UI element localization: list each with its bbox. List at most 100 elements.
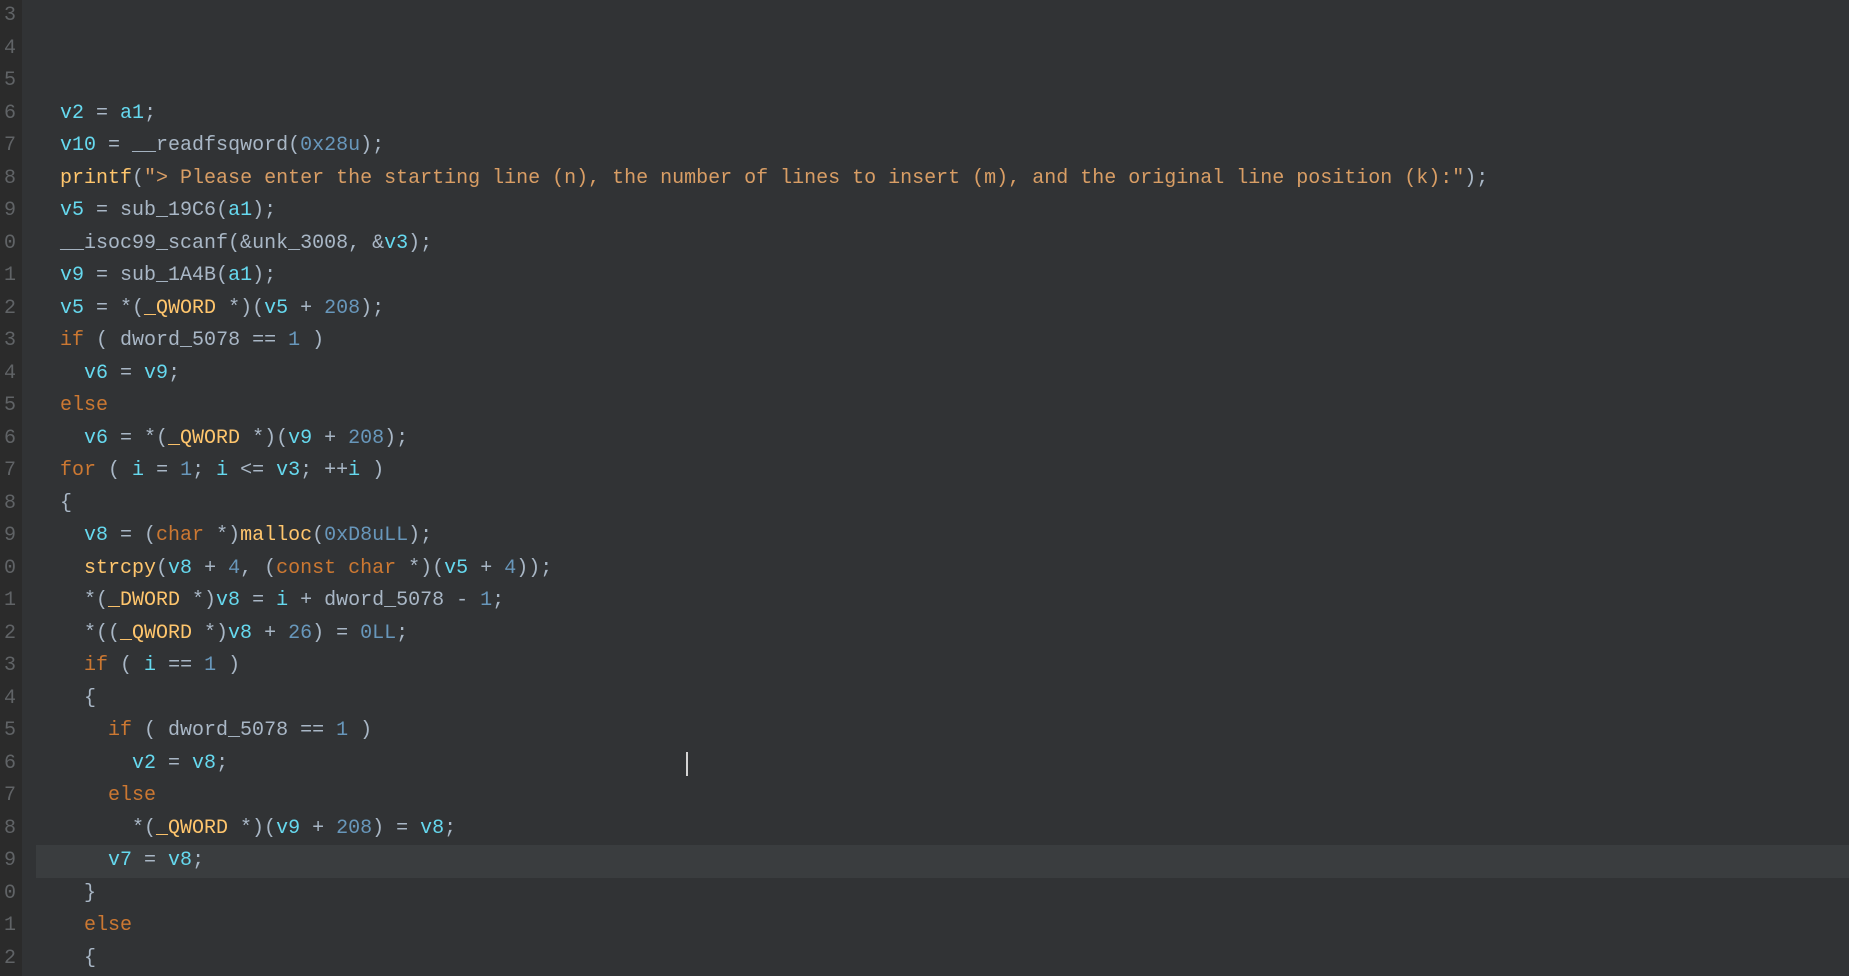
number: 208 — [348, 427, 384, 450]
keyword: else — [60, 394, 108, 417]
code-line[interactable]: *((_QWORD *)v8 + 26) = 0LL; — [36, 618, 1849, 651]
code-line[interactable]: v7 = v8; — [36, 845, 1849, 878]
text: ; — [216, 752, 228, 775]
variable: v9 — [60, 264, 84, 287]
text: dword_5078 — [120, 329, 240, 352]
code-line[interactable]: { — [36, 683, 1849, 716]
line-number: 8 — [0, 163, 16, 196]
line-number: 0 — [0, 228, 16, 261]
variable: v9 — [288, 427, 312, 450]
code-line[interactable]: strcpy(v8 + 4, (const char *)(v5 + 4)); — [36, 553, 1849, 586]
line-number: 2 — [0, 618, 16, 651]
type: _QWORD — [156, 817, 228, 840]
code-line[interactable]: if ( dword_5078 == 1 ) — [36, 325, 1849, 358]
code-line[interactable]: } — [36, 878, 1849, 911]
text: + — [312, 427, 348, 450]
text: == — [156, 654, 204, 677]
code-line[interactable]: v5 = *(_QWORD *)(v5 + 208); — [36, 293, 1849, 326]
code-line[interactable]: { — [36, 488, 1849, 521]
text: ); — [408, 232, 432, 255]
number: 0xD8uLL — [324, 524, 408, 547]
code-line[interactable]: v6 = *(_QWORD *)(v9 + 208); — [36, 423, 1849, 456]
variable: v9 — [276, 817, 300, 840]
text: *)( — [396, 557, 444, 580]
code-line[interactable]: v6 = v9; — [36, 358, 1849, 391]
line-number: 1 — [0, 585, 16, 618]
line-number: 1 — [0, 260, 16, 293]
code-line[interactable]: else — [36, 910, 1849, 943]
code-editor[interactable]: 345678901234567890123456789012 v2 = a1; … — [0, 0, 1849, 976]
code-line[interactable]: *(_DWORD *)v8 = i + dword_5078 - 1; — [36, 585, 1849, 618]
text: ( — [156, 557, 168, 580]
text: (& — [228, 232, 252, 255]
text: { — [36, 947, 96, 970]
text: = *( — [108, 427, 168, 450]
text: sub_1A4B — [120, 264, 216, 287]
text: *)( — [228, 817, 276, 840]
text: *( — [36, 817, 156, 840]
text: = — [84, 199, 120, 222]
variable: i — [348, 459, 360, 482]
number: 208 — [324, 297, 360, 320]
code-line[interactable]: *(_QWORD *)(v9 + 208) = v8; — [36, 813, 1849, 846]
keyword: const — [276, 557, 336, 580]
keyword: if — [108, 719, 132, 742]
keyword: if — [84, 654, 108, 677]
line-number: 0 — [0, 553, 16, 586]
text: == — [288, 719, 336, 742]
code-line[interactable]: v5 = sub_19C6(a1); — [36, 195, 1849, 228]
number: 26 — [288, 622, 312, 645]
code-line[interactable]: v10 = __readfsqword(0x28u); — [36, 130, 1849, 163]
number: 0x28u — [300, 134, 360, 157]
text: *( — [36, 589, 108, 612]
line-number: 8 — [0, 813, 16, 846]
text: + — [288, 589, 324, 612]
code-area[interactable]: v2 = a1; v10 = __readfsqword(0x28u); pri… — [22, 0, 1849, 976]
line-number: 5 — [0, 65, 16, 98]
text: = ( — [108, 524, 156, 547]
number: 0LL — [360, 622, 396, 645]
code-line[interactable]: { — [36, 943, 1849, 976]
text — [36, 719, 108, 742]
line-number: 3 — [0, 325, 16, 358]
text: = — [240, 589, 276, 612]
text: ); — [360, 134, 384, 157]
code-line[interactable]: if ( i == 1 ) — [36, 650, 1849, 683]
variable: v8 — [168, 849, 192, 872]
text: ( — [216, 199, 228, 222]
keyword: for — [60, 459, 96, 482]
text: *)( — [240, 427, 288, 450]
code-line[interactable]: for ( i = 1; i <= v3; ++i ) — [36, 455, 1849, 488]
string: "> Please enter the starting line (n), t… — [144, 167, 1464, 190]
text: ) = — [312, 622, 360, 645]
text — [36, 427, 84, 450]
code-line[interactable]: __isoc99_scanf(&unk_3008, &v3); — [36, 228, 1849, 261]
code-line[interactable]: if ( dword_5078 == 1 ) — [36, 715, 1849, 748]
text: ( — [108, 654, 144, 677]
code-line[interactable]: v9 = sub_1A4B(a1); — [36, 260, 1849, 293]
text: ; — [144, 102, 156, 125]
code-line[interactable]: printf("> Please enter the starting line… — [36, 163, 1849, 196]
text: sub_19C6 — [120, 199, 216, 222]
code-line[interactable]: v8 = (char *)malloc(0xD8uLL); — [36, 520, 1849, 553]
code-line[interactable]: v2 = a1; — [36, 98, 1849, 131]
text — [36, 394, 60, 417]
code-line[interactable]: else — [36, 390, 1849, 423]
keyword: else — [108, 784, 156, 807]
variable: v8 — [216, 589, 240, 612]
text: = — [108, 362, 144, 385]
variable: v3 — [276, 459, 300, 482]
text: ( — [132, 719, 168, 742]
line-number: 6 — [0, 748, 16, 781]
line-number: 9 — [0, 845, 16, 878]
variable: v6 — [84, 427, 108, 450]
code-line[interactable]: else — [36, 780, 1849, 813]
number: 208 — [336, 817, 372, 840]
variable: v7 — [108, 849, 132, 872]
builtin-fn: malloc — [240, 524, 312, 547]
text: { — [36, 492, 72, 515]
code-line[interactable]: v2 = v8; — [36, 748, 1849, 781]
line-number: 7 — [0, 455, 16, 488]
keyword: if — [60, 329, 84, 352]
text — [36, 914, 84, 937]
